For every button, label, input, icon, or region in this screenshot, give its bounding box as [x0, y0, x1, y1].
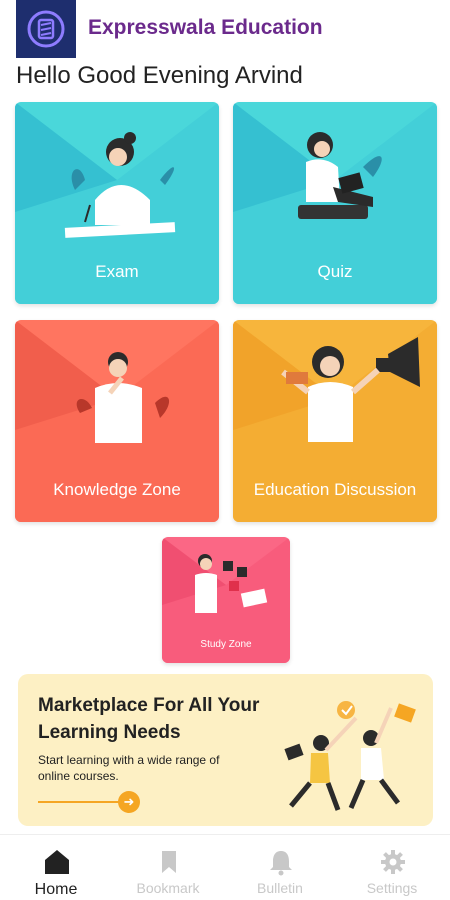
knowledge-zone-label: Knowledge Zone	[53, 480, 181, 499]
nav-home[interactable]: Home	[0, 835, 112, 900]
education-discussion-label: Education Discussion	[253, 480, 417, 499]
marketplace-banner[interactable]: Marketplace For All Your Learning Needs …	[18, 674, 433, 826]
app-title: Expresswala Education	[88, 16, 323, 39]
bottom-nav: Home Bookmark Bulletin Settings	[0, 834, 450, 900]
app-logo	[16, 0, 76, 58]
banner-arrow-line	[38, 801, 120, 803]
nav-settings[interactable]: Settings	[336, 835, 448, 900]
nav-bulletin-label: Bulletin	[257, 880, 303, 896]
home-icon	[45, 850, 69, 874]
bell-icon	[270, 851, 292, 876]
app-header: Expresswala Education	[0, 0, 450, 60]
quiz-label: Quiz	[317, 262, 353, 281]
bookmark-icon	[162, 851, 176, 873]
nav-bookmark[interactable]: Bookmark	[112, 835, 224, 900]
student-reading-illustration	[298, 132, 382, 219]
quiz-card[interactable]: Quiz	[233, 102, 437, 304]
jumping-students-illustration	[284, 701, 416, 811]
megaphone-woman-illustration	[281, 337, 420, 442]
nav-home-label: Home	[34, 881, 78, 898]
nav-bulletin[interactable]: Bulletin	[224, 835, 336, 900]
arrow-right-icon[interactable]: ➜	[118, 791, 140, 813]
student-writing-illustration	[64, 132, 176, 238]
thinking-man-illustration	[76, 352, 170, 443]
banner-subtitle: Start learning with a wide range of onli…	[38, 753, 220, 783]
logo-icon	[27, 10, 65, 48]
exam-card[interactable]: Exam	[15, 102, 219, 304]
education-discussion-card[interactable]: Education Discussion	[233, 320, 437, 522]
banner-title: Marketplace For All Your Learning Needs	[38, 695, 260, 743]
knowledge-zone-card[interactable]: Knowledge Zone	[15, 320, 219, 522]
study-zone-label: Study Zone	[200, 639, 252, 650]
nav-settings-label: Settings	[366, 880, 418, 896]
nav-bookmark-label: Bookmark	[136, 880, 200, 896]
greeting-text: Hello Good Evening Arvind	[16, 62, 303, 89]
study-zone-card[interactable]: Study Zone	[162, 537, 290, 663]
exam-label: Exam	[95, 262, 139, 281]
gear-icon	[381, 850, 405, 874]
study-board-illustration	[195, 554, 268, 613]
